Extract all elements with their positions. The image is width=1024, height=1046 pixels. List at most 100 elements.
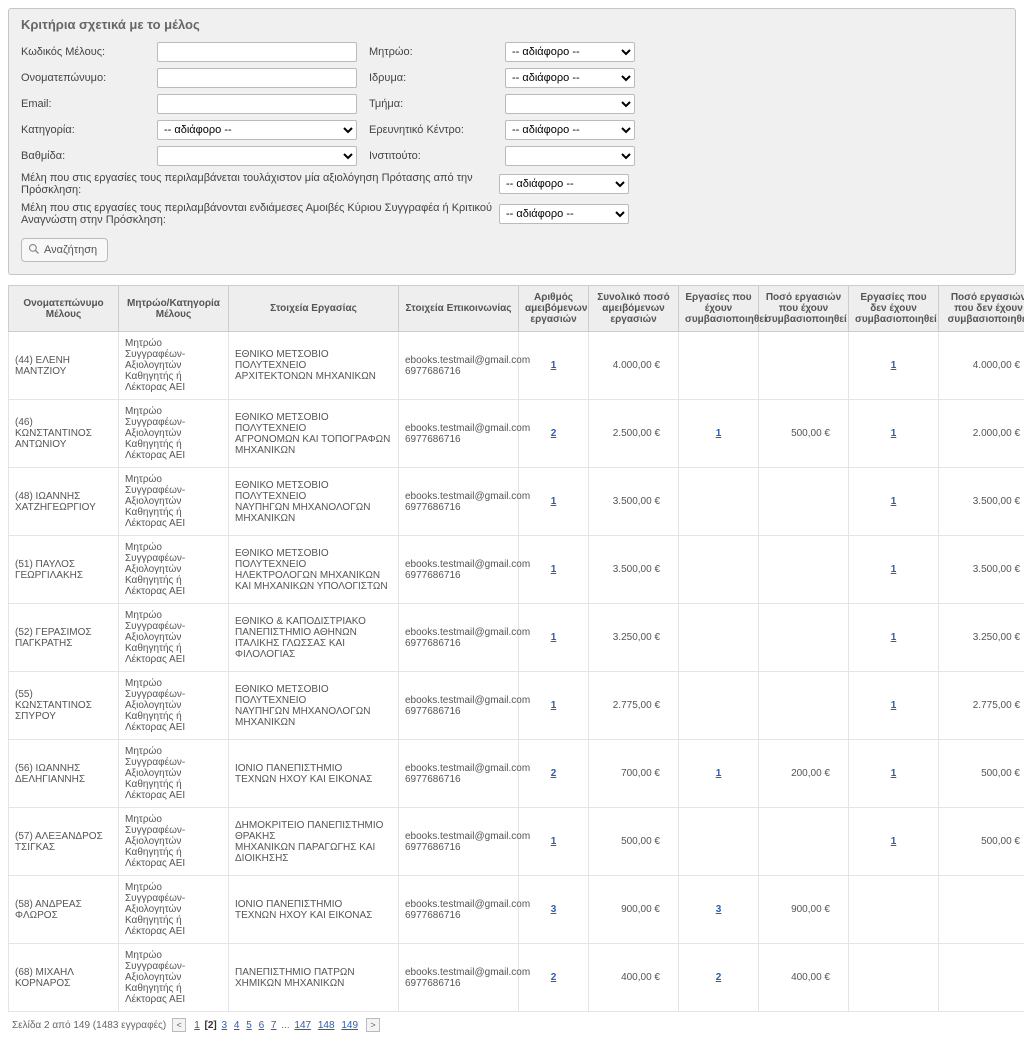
cell-undone-count: 1 bbox=[849, 400, 939, 468]
count-link[interactable]: 2 bbox=[716, 972, 722, 983]
count-link[interactable]: 3 bbox=[551, 904, 557, 915]
cell-undone-count: 1 bbox=[849, 740, 939, 808]
cell-done-count: 2 bbox=[679, 944, 759, 1012]
select-intermediate-fees[interactable]: -- αδιάφορο -- bbox=[499, 204, 629, 224]
table-row: (52) ΓΕΡΑΣΙΜΟΣ ΠΑΓΚΡΑΤΗΣΜητρώο Συγγραφέω… bbox=[9, 604, 1024, 672]
count-link[interactable]: 1 bbox=[551, 700, 557, 711]
count-link[interactable]: 1 bbox=[891, 360, 897, 371]
search-label: Αναζήτηση bbox=[44, 244, 97, 256]
cell-total: 3.250,00 € bbox=[589, 604, 679, 672]
pager-page-link[interactable]: 7 bbox=[269, 1020, 279, 1031]
label-institute: Ινστιτούτο: bbox=[369, 150, 499, 162]
cell-done-amount: 900,00 € bbox=[759, 876, 849, 944]
cell-registry: Μητρώο Συγγραφέων-ΑξιολογητώνΚαθηγητής ή… bbox=[119, 604, 229, 672]
count-link[interactable]: 1 bbox=[891, 428, 897, 439]
cell-name: (56) ΙΩΑΝΝΗΣ ΔΕΛΗΓΙΑΝΝΗΣ bbox=[9, 740, 119, 808]
pager-page-link[interactable]: 4 bbox=[232, 1020, 242, 1031]
select-eval-proposal[interactable]: -- αδιάφορο -- bbox=[499, 174, 629, 194]
cell-count: 2 bbox=[519, 944, 589, 1012]
table-row: (46) ΚΩΝΣΤΑΝΤΙΝΟΣ ΑΝΤΩΝΙΟΥΜητρώο Συγγραφ… bbox=[9, 400, 1024, 468]
table-row: (55) ΚΩΝΣΤΑΝΤΙΝΟΣ ΣΠΥΡΟΥΜητρώο Συγγραφέω… bbox=[9, 672, 1024, 740]
count-link[interactable]: 1 bbox=[891, 632, 897, 643]
cell-undone-count bbox=[849, 944, 939, 1012]
cell-work: ΔΗΜΟΚΡΙΤΕΙΟ ΠΑΝΕΠΙΣΤΗΜΙΟ ΘΡΑΚΗΣΜΗΧΑΝΙΚΩΝ… bbox=[229, 808, 399, 876]
cell-undone-count: 1 bbox=[849, 468, 939, 536]
cell-contact: ebooks.testmail@gmail.com6977686716 bbox=[399, 672, 519, 740]
pager-page-link[interactable]: 149 bbox=[339, 1020, 360, 1031]
pager-text: Σελίδα 2 από 149 (1483 εγγραφές) bbox=[12, 1020, 166, 1031]
select-research-center[interactable]: -- αδιάφορο -- bbox=[505, 120, 635, 140]
cell-done-count bbox=[679, 468, 759, 536]
cell-name: (44) ΕΛΕΝΗ ΜΑΝΤΖΙΟΥ bbox=[9, 332, 119, 400]
cell-undone-count bbox=[849, 876, 939, 944]
cell-work: ΕΘΝΙΚΟ ΜΕΤΣΟΒΙΟ ΠΟΛΥΤΕΧΝΕΙΟΝΑΥΠΗΓΩΝ ΜΗΧΑ… bbox=[229, 468, 399, 536]
cell-total: 700,00 € bbox=[589, 740, 679, 808]
th-name: Ονοματεπώνυμο Μέλους bbox=[9, 286, 119, 332]
count-link[interactable]: 1 bbox=[891, 700, 897, 711]
count-link[interactable]: 2 bbox=[551, 972, 557, 983]
count-link[interactable]: 1 bbox=[551, 496, 557, 507]
panel-title: Κριτήρια σχετικά με το μέλος bbox=[21, 17, 1003, 32]
cell-contact: ebooks.testmail@gmail.com6977686716 bbox=[399, 740, 519, 808]
select-category[interactable]: -- αδιάφορο -- bbox=[157, 120, 357, 140]
pager-page-link[interactable]: 1 bbox=[192, 1020, 202, 1031]
select-rank[interactable] bbox=[157, 146, 357, 166]
cell-registry: Μητρώο Συγγραφέων-ΑξιολογητώνΚαθηγητής ή… bbox=[119, 468, 229, 536]
cell-registry: Μητρώο Συγγραφέων-ΑξιολογητώνΚαθηγητής ή… bbox=[119, 808, 229, 876]
cell-done-amount: 400,00 € bbox=[759, 944, 849, 1012]
pager-next-button[interactable]: > bbox=[366, 1018, 380, 1032]
label-registry: Μητρώο: bbox=[369, 46, 499, 58]
input-member-code[interactable] bbox=[157, 42, 357, 62]
cell-done-amount bbox=[759, 672, 849, 740]
search-button[interactable]: Αναζήτηση bbox=[21, 238, 108, 262]
pager-page-link[interactable]: 3 bbox=[220, 1020, 230, 1031]
cell-done-amount bbox=[759, 332, 849, 400]
cell-name: (58) ΑΝΔΡΕΑΣ ΦΛΩΡΟΣ bbox=[9, 876, 119, 944]
count-link[interactable]: 1 bbox=[551, 836, 557, 847]
label-eval-proposal: Μέλη που στις εργασίες τους περιλαμβάνετ… bbox=[21, 172, 493, 196]
count-link[interactable]: 1 bbox=[551, 632, 557, 643]
cell-work: ΠΑΝΕΠΙΣΤΗΜΙΟ ΠΑΤΡΩΝΧΗΜΙΚΩΝ ΜΗΧΑΝΙΚΩΝ bbox=[229, 944, 399, 1012]
cell-count: 2 bbox=[519, 400, 589, 468]
count-link[interactable]: 1 bbox=[891, 768, 897, 779]
cell-total: 3.500,00 € bbox=[589, 536, 679, 604]
count-link[interactable]: 1 bbox=[716, 428, 722, 439]
pager-page-link[interactable]: 6 bbox=[257, 1020, 267, 1031]
label-member-code: Κωδικός Μέλους: bbox=[21, 46, 151, 58]
th-done-count: Εργασίες που έχουν συμβασιοποιηθεί bbox=[679, 286, 759, 332]
count-link[interactable]: 3 bbox=[716, 904, 722, 915]
cell-count: 3 bbox=[519, 876, 589, 944]
cell-name: (68) ΜΙΧΑΗΛ ΚΟΡΝΑΡΟΣ bbox=[9, 944, 119, 1012]
count-link[interactable]: 1 bbox=[551, 360, 557, 371]
cell-contact: ebooks.testmail@gmail.com6977686716 bbox=[399, 400, 519, 468]
count-link[interactable]: 1 bbox=[891, 564, 897, 575]
label-research-center: Ερευνητικό Κέντρο: bbox=[369, 124, 499, 136]
cell-work: ΙΟΝΙΟ ΠΑΝΕΠΙΣΤΗΜΙΟΤΕΧΝΩΝ ΗΧΟΥ ΚΑΙ ΕΙΚΟΝΑ… bbox=[229, 876, 399, 944]
input-email[interactable] bbox=[157, 94, 357, 114]
cell-total: 900,00 € bbox=[589, 876, 679, 944]
input-fullname[interactable] bbox=[157, 68, 357, 88]
count-link[interactable]: 1 bbox=[891, 836, 897, 847]
cell-count: 1 bbox=[519, 332, 589, 400]
count-link[interactable]: 2 bbox=[551, 768, 557, 779]
cell-work: ΕΘΝΙΚΟ ΜΕΤΣΟΒΙΟ ΠΟΛΥΤΕΧΝΕΙΟΑΡΧΙΤΕΚΤΟΝΩΝ … bbox=[229, 332, 399, 400]
select-dept[interactable] bbox=[505, 94, 635, 114]
count-link[interactable]: 1 bbox=[891, 496, 897, 507]
cell-done-count: 1 bbox=[679, 400, 759, 468]
cell-work: ΙΟΝΙΟ ΠΑΝΕΠΙΣΤΗΜΙΟΤΕΧΝΩΝ ΗΧΟΥ ΚΑΙ ΕΙΚΟΝΑ… bbox=[229, 740, 399, 808]
pager-page-link[interactable]: 5 bbox=[244, 1020, 254, 1031]
cell-registry: Μητρώο Συγγραφέων-ΑξιολογητώνΚαθηγητής ή… bbox=[119, 400, 229, 468]
pager-prev-button[interactable]: < bbox=[172, 1018, 186, 1032]
count-link[interactable]: 2 bbox=[551, 428, 557, 439]
select-institute[interactable] bbox=[505, 146, 635, 166]
pager-page-link[interactable]: 147 bbox=[292, 1020, 313, 1031]
count-link[interactable]: 1 bbox=[716, 768, 722, 779]
select-registry[interactable]: -- αδιάφορο -- bbox=[505, 42, 635, 62]
label-dept: Τμήμα: bbox=[369, 98, 499, 110]
pager-page-link[interactable]: 148 bbox=[316, 1020, 337, 1031]
select-institution[interactable]: -- αδιάφορο -- bbox=[505, 68, 635, 88]
cell-count: 1 bbox=[519, 604, 589, 672]
search-icon bbox=[28, 243, 40, 258]
cell-done-count: 3 bbox=[679, 876, 759, 944]
count-link[interactable]: 1 bbox=[551, 564, 557, 575]
